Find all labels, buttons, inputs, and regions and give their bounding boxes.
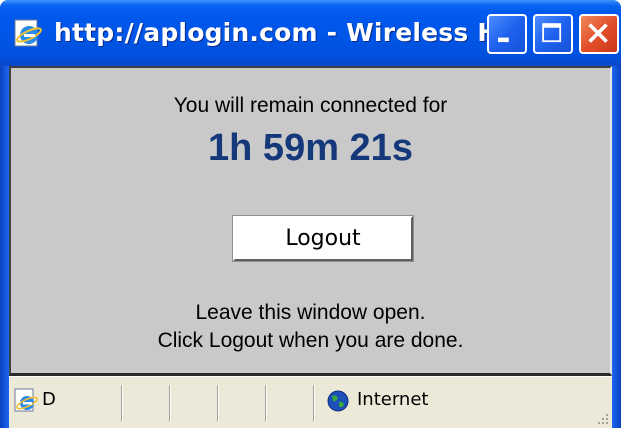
title-bar[interactable]: http://aplogin.com - Wireless H... — [0, 0, 621, 66]
window-frame-right — [612, 66, 621, 428]
logout-button[interactable]: Logout — [232, 215, 414, 262]
globe-icon — [327, 390, 349, 412]
leave-open-message: Leave this window open. — [195, 301, 426, 324]
window-title: http://aplogin.com - Wireless H... — [54, 18, 528, 47]
window-frame-left — [0, 66, 9, 428]
ie-page-icon — [14, 19, 42, 47]
close-button[interactable] — [579, 14, 619, 54]
connection-message: You will remain connected for — [173, 94, 448, 117]
status-bar: D Internet — [9, 376, 612, 428]
status-divider — [265, 385, 267, 421]
security-zone-label: Internet — [357, 389, 429, 410]
status-divider — [169, 385, 171, 421]
logout-instruction-message: Click Logout when you are done. — [157, 329, 464, 352]
minimize-icon — [498, 37, 509, 43]
resize-grip-icon[interactable] — [594, 410, 610, 426]
status-divider — [121, 385, 123, 421]
minimize-button[interactable] — [487, 14, 527, 54]
close-icon — [588, 23, 608, 43]
maximize-button[interactable] — [533, 14, 573, 54]
status-divider — [313, 385, 315, 421]
ie-page-icon — [14, 388, 38, 412]
browser-popup-window: http://aplogin.com - Wireless H... You w… — [0, 0, 621, 428]
time-remaining: 1h 59m 21s — [208, 127, 413, 169]
content-area: You will remain connected for 1h 59m 21s… — [9, 66, 612, 376]
status-divider — [217, 385, 219, 421]
maximize-icon — [542, 23, 562, 43]
status-text: D — [42, 389, 56, 410]
